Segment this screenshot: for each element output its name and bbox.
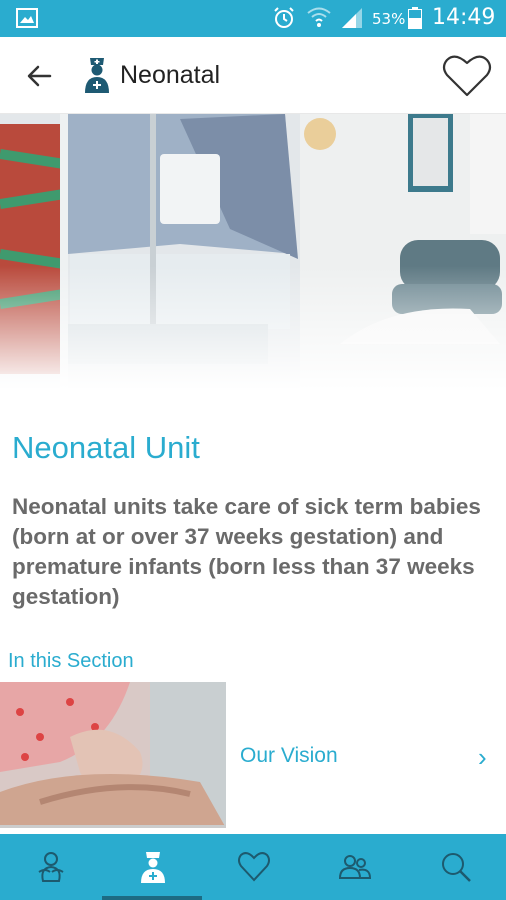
nav-item-baby[interactable] <box>0 834 100 900</box>
battery-percent: 53% <box>372 10 406 28</box>
list-thumbnail <box>0 682 226 828</box>
app-bar: Neonatal <box>0 37 506 114</box>
nav-item-nurse[interactable] <box>102 834 202 900</box>
search-icon <box>442 853 471 882</box>
section-heading: Neonatal Unit <box>12 430 200 465</box>
people-icon <box>338 855 372 879</box>
hero-image <box>0 114 506 390</box>
wifi-icon <box>307 7 331 27</box>
list-item-label: Our Vision <box>240 744 338 767</box>
heart-icon[interactable] <box>440 53 494 99</box>
battery-icon <box>408 7 422 29</box>
nav-item-search[interactable] <box>405 834 505 900</box>
heart-icon <box>238 852 270 882</box>
chevron-right-icon: › <box>478 742 487 772</box>
nurse-icon <box>85 58 109 93</box>
page-title: Neonatal <box>120 61 221 89</box>
nav-item-favourites[interactable] <box>203 834 303 900</box>
bottom-nav <box>0 834 506 900</box>
signal-icon <box>342 8 362 28</box>
nav-item-people[interactable] <box>304 834 404 900</box>
list-item-our-vision[interactable]: Our Vision › <box>0 682 506 830</box>
baby-icon <box>38 852 64 882</box>
clock: 14:49 <box>432 5 496 30</box>
back-arrow-icon[interactable] <box>20 59 60 93</box>
nurse-icon <box>141 852 165 883</box>
gallery-icon <box>16 8 38 28</box>
intro-text: Neonatal units take care of sick term ba… <box>12 494 481 609</box>
in-section-label: In this Section <box>8 650 134 672</box>
status-bar: 53% 14:49 <box>0 0 506 37</box>
alarm-icon <box>274 7 294 28</box>
